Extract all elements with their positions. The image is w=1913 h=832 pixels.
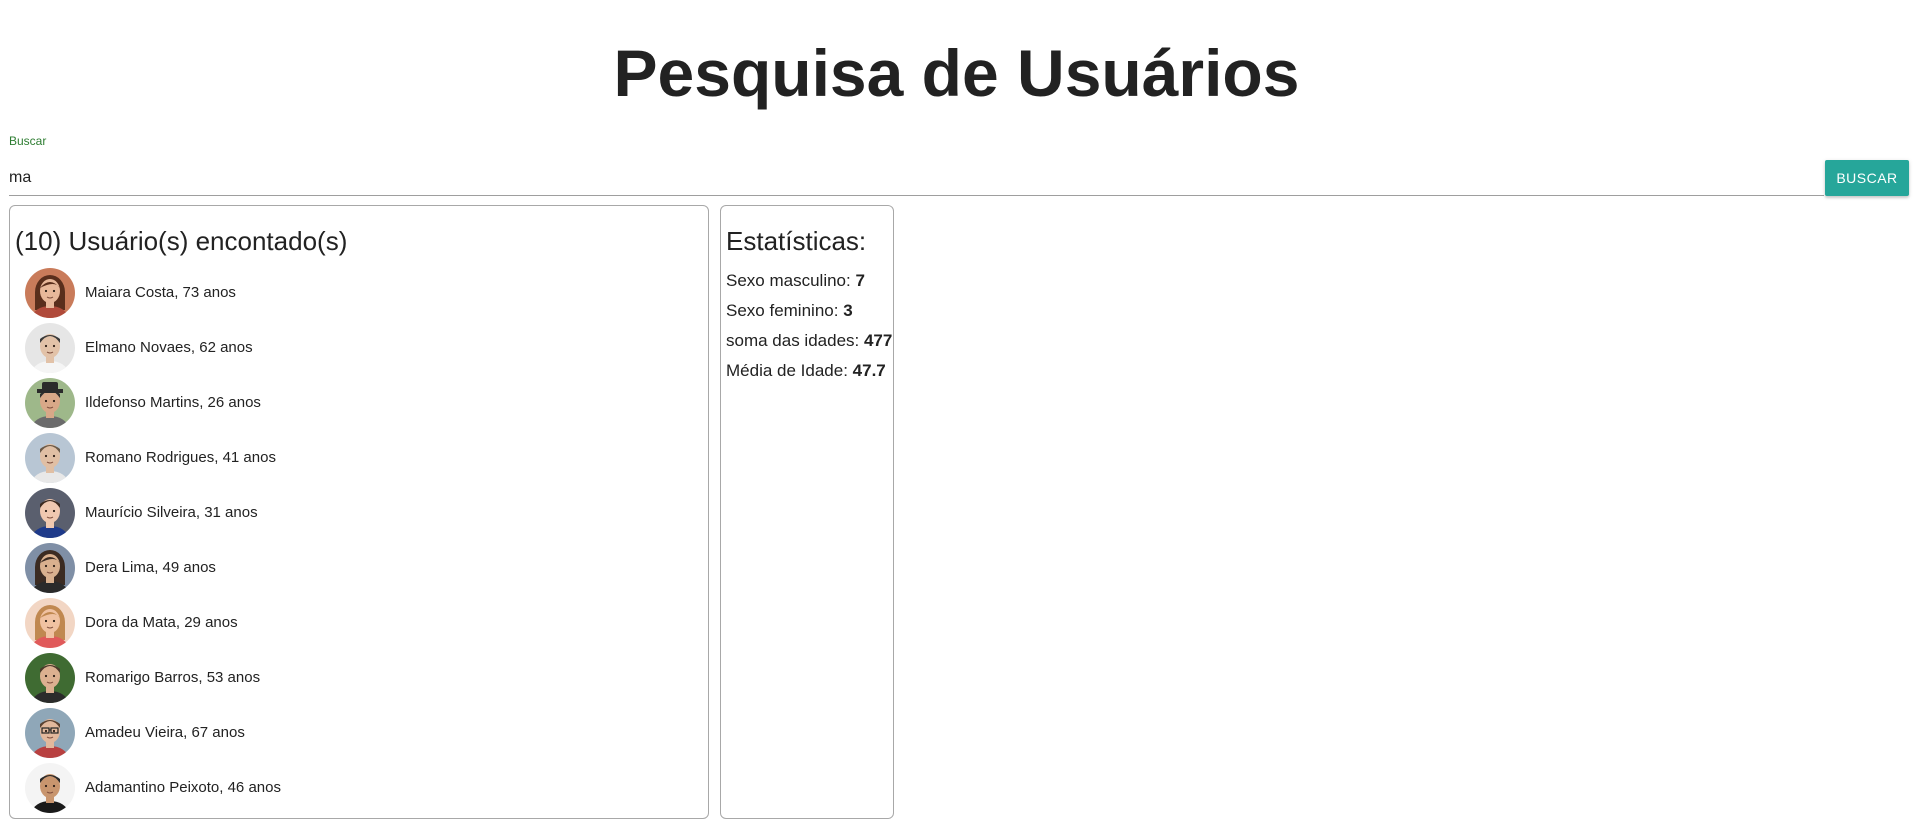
- search-label: Buscar: [9, 134, 47, 148]
- female-portrait-avatar: [25, 267, 75, 318]
- list-item: Maiara Costa, 73 anos: [25, 265, 281, 320]
- female-portrait-avatar: [25, 597, 75, 648]
- user-name: Adamantino Peixoto, 46 anos: [85, 779, 281, 796]
- list-item: Romano Rodrigues, 41 anos: [25, 430, 281, 485]
- stat-value: 7: [855, 271, 865, 290]
- user-name: Romano Rodrigues, 41 anos: [85, 449, 276, 466]
- search-button[interactable]: BUSCAR: [1825, 160, 1909, 196]
- page-title: Pesquisa de Usuários: [613, 36, 1300, 110]
- list-item: Maurício Silveira, 31 anos: [25, 485, 281, 540]
- list-item: Amadeu Vieira, 67 anos: [25, 705, 281, 760]
- list-item: Romarigo Barros, 53 anos: [25, 650, 281, 705]
- male-portrait-avatar: [25, 487, 75, 538]
- users-panel: (10) Usuário(s) encontado(s) Maiara Cost…: [9, 205, 709, 819]
- stats-panel: Estatísticas: Sexo masculino: 7 Sexo femi…: [720, 205, 894, 819]
- male-portrait-avatar: [25, 432, 75, 483]
- stat-item: soma das idades: 477: [726, 326, 892, 356]
- user-name: Amadeu Vieira, 67 anos: [85, 724, 245, 741]
- male-portrait-avatar: [25, 322, 75, 373]
- stat-label: Média de Idade:: [726, 361, 853, 380]
- list-item: Elmano Novaes, 62 anos: [25, 320, 281, 375]
- list-item: Dera Lima, 49 anos: [25, 540, 281, 595]
- user-name: Maurício Silveira, 31 anos: [85, 504, 258, 521]
- results-heading: (10) Usuário(s) encontado(s): [15, 226, 348, 256]
- list-item: Adamantino Peixoto, 46 anos: [25, 760, 281, 815]
- user-list: Maiara Costa, 73 anos Elmano Novaes, 62 a…: [25, 265, 281, 815]
- female-portrait-avatar: [25, 542, 75, 593]
- male-hat-portrait-avatar: [25, 377, 75, 428]
- stats-list: Sexo masculino: 7 Sexo feminino: 3 soma da…: [726, 266, 892, 386]
- user-name: Dera Lima, 49 anos: [85, 559, 216, 576]
- stat-item: Sexo masculino: 7: [726, 266, 892, 296]
- stat-label: Sexo masculino:: [726, 271, 856, 290]
- user-name: Maiara Costa, 73 anos: [85, 284, 236, 301]
- male-portrait-avatar: [25, 652, 75, 703]
- user-name: Romarigo Barros, 53 anos: [85, 669, 261, 686]
- list-item: Dora da Mata, 29 anos: [25, 595, 281, 650]
- stat-label: Sexo feminino:: [726, 301, 844, 320]
- search-input[interactable]: [9, 160, 1824, 196]
- user-name: Elmano Novaes, 62 anos: [85, 339, 253, 356]
- male-glasses-portrait-avatar: [25, 707, 75, 758]
- stats-heading: Estatísticas:: [726, 226, 867, 256]
- stat-value: 477: [863, 331, 893, 350]
- user-name: Ildefonso Martins, 26 anos: [85, 394, 261, 411]
- stat-value: 47.7: [852, 361, 886, 380]
- stat-label: soma das idades:: [726, 331, 864, 350]
- stat-item: Média de Idade: 47.7: [726, 356, 892, 386]
- user-name: Dora da Mata, 29 anos: [85, 614, 238, 631]
- male-portrait-avatar: [25, 762, 75, 813]
- list-item: Ildefonso Martins, 26 anos: [25, 375, 281, 430]
- stat-value: 3: [843, 301, 853, 320]
- stat-item: Sexo feminino: 3: [726, 296, 892, 326]
